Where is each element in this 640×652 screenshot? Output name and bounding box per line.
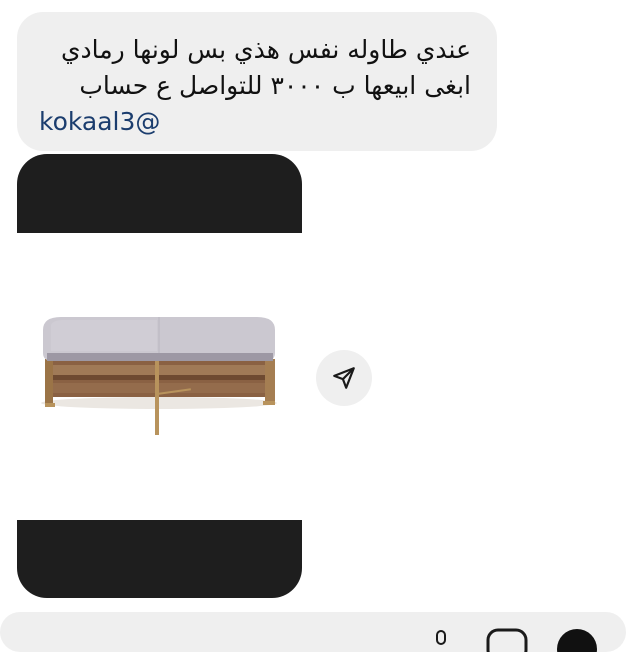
coffee-table-image xyxy=(41,317,277,435)
shared-post-header xyxy=(17,154,302,233)
send-icon xyxy=(333,367,355,389)
message-text-line-2: ابغى ابيعها ب ٣٠٠٠ للتواصل ع حساب xyxy=(79,71,471,100)
account-handle-link[interactable]: kokaal3@ xyxy=(39,104,471,140)
gallery-icon[interactable] xyxy=(486,628,528,652)
share-button[interactable] xyxy=(316,350,372,406)
message-composer[interactable] xyxy=(0,612,626,652)
shared-post-image[interactable] xyxy=(17,233,302,520)
shared-post-footer xyxy=(17,520,302,598)
sticker-icon[interactable] xyxy=(556,628,598,652)
message-text-line-1: عندي طاوله نفس هذي بس لونها رمادي xyxy=(60,35,471,64)
message-bubble[interactable]: عندي طاوله نفس هذي بس لونها رمادي ابغى ا… xyxy=(17,12,497,151)
microphone-icon[interactable] xyxy=(430,630,452,652)
shared-post-card[interactable] xyxy=(17,154,302,598)
